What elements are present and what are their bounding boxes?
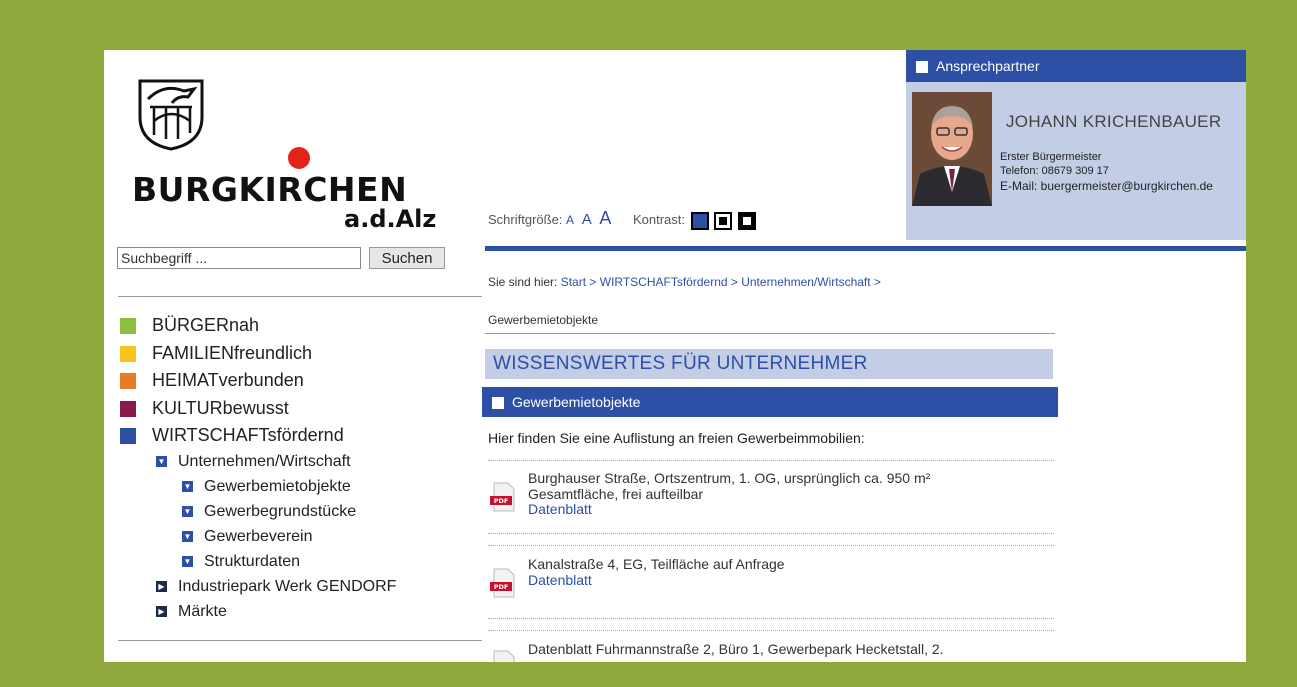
color-square-icon	[120, 428, 136, 444]
list-item-title[interactable]: Datenblatt Fuhrmannstraße 2, Büro 1, Gew…	[528, 641, 944, 657]
contact-email[interactable]: E-Mail: buergermeister@burgkirchen.de	[1000, 179, 1213, 193]
color-square-icon	[120, 345, 136, 362]
nav-sub-label: Unternehmen/Wirtschaft	[178, 452, 351, 470]
font-size-small-button[interactable]: A	[566, 213, 574, 227]
content-box-title: Gewerbemietobjekte	[512, 394, 641, 410]
contact-header-label: Ansprechpartner	[936, 58, 1040, 74]
color-square-icon	[120, 318, 136, 334]
divider	[118, 296, 482, 297]
breadcrumb-label: Sie sind hier:	[488, 275, 558, 289]
dotted-divider	[488, 618, 1054, 619]
nav-sub-unternehmen-wirtschaft[interactable]: ▼ Unternehmen/Wirtschaft	[118, 452, 458, 477]
pdf-icon[interactable]	[490, 650, 516, 662]
chevron-down-icon: ▼	[182, 555, 193, 567]
svg-text:PDF: PDF	[494, 497, 509, 505]
breadcrumb-trail[interactable]: Start > WIRTSCHAFTsfördernd > Unternehme…	[561, 275, 881, 289]
datenblatt-link[interactable]: Datenblatt	[528, 572, 592, 588]
section-title: WISSENSWERTES FÜR UNTERNEHMER	[485, 349, 1053, 379]
divider	[118, 640, 482, 641]
contrast-label: Kontrast:	[632, 212, 685, 227]
chevron-down-icon: ▼	[182, 480, 193, 492]
nav-item-label: KULTURbewusst	[152, 397, 289, 418]
nav-sub-gewerbegrundstuecke[interactable]: ▼ Gewerbegrundstücke	[118, 502, 458, 527]
chevron-down-icon: ▼	[182, 505, 193, 517]
nav-item-label: HEIMATverbunden	[152, 370, 304, 390]
logo-subname: a.d.Alz	[344, 205, 437, 233]
search-button[interactable]: Suchen	[369, 247, 445, 269]
datenblatt-link[interactable]: Datenblatt	[528, 501, 592, 517]
nav-sub-label: Industriepark Werk GENDORF	[178, 577, 397, 595]
font-size-label: Schriftgröße:	[488, 212, 563, 227]
contrast-blue-button[interactable]	[690, 211, 709, 230]
svg-text:PDF: PDF	[494, 583, 509, 591]
font-size-large-button[interactable]: A	[599, 208, 611, 228]
accessibility-tools: Schriftgröße: A A A Kontrast:	[488, 208, 756, 230]
font-size-medium-button[interactable]: A	[582, 211, 592, 228]
contact-box: Ansprechpartner JOHANN KRICHENBAUER Erst…	[906, 50, 1246, 240]
chevron-right-icon: ▶	[156, 580, 167, 592]
divider	[485, 333, 1055, 334]
nav-sub-gewerbeverein[interactable]: ▼ Gewerbeverein	[118, 527, 458, 552]
logo-name: BURGKIRCHEN	[132, 170, 408, 209]
nav-sub-maerkte[interactable]: ▶ Märkte	[118, 602, 458, 627]
nav-item-label: FAMILIENfreundlich	[152, 342, 313, 363]
nav-item-wirtschaftsfoerdernd[interactable]: WIRTSCHAFTsfördernd	[118, 424, 458, 452]
breadcrumb-current: Gewerbemietobjekte	[488, 313, 599, 327]
nav-sub-label: Gewerbeverein	[204, 527, 313, 545]
chevron-down-icon: ▼	[156, 455, 167, 467]
nav-item-familienfreundlich[interactable]: FAMILIENfreundlich	[118, 342, 458, 370]
nav-sub-label: Strukturdaten	[204, 552, 301, 570]
list-item-title: Kanalstraße 4, EG, Teilfläche auf Anfrag…	[528, 556, 785, 572]
site-logo[interactable]: BURGKIRCHEN a.d.Alz	[116, 75, 446, 233]
color-square-icon	[120, 400, 136, 417]
dotted-divider	[488, 533, 1054, 534]
dotted-divider	[488, 545, 1054, 546]
square-bullet-icon	[492, 397, 504, 410]
content-box-header: Gewerbemietobjekte	[482, 387, 1058, 417]
nav-sub-label: Gewerbegrundstücke	[204, 502, 357, 520]
nav-item-label: WIRTSCHAFTsfördernd	[152, 425, 344, 445]
contact-header: Ansprechpartner	[906, 50, 1246, 82]
nav-sub-industriepark[interactable]: ▶ Industriepark Werk GENDORF	[118, 577, 458, 602]
sidebar-nav: BÜRGERnah FAMILIENfreundlich HEIMATverbu…	[118, 314, 458, 627]
search-input[interactable]	[117, 247, 361, 269]
square-bullet-icon	[916, 61, 928, 74]
page: BURGKIRCHEN a.d.Alz Suchen BÜRGERnah FAM…	[104, 50, 1246, 662]
person-photo-icon	[912, 92, 992, 206]
intro-text: Hier finden Sie eine Auflistung an freie…	[488, 430, 865, 446]
contrast-white-button[interactable]	[737, 211, 756, 230]
color-square-icon	[120, 373, 136, 389]
nav-sub-strukturdaten[interactable]: ▼ Strukturdaten	[118, 552, 458, 577]
coat-of-arms-icon	[138, 79, 204, 151]
logo-red-dot	[288, 147, 310, 169]
nav-item-heimatverbunden[interactable]: HEIMATverbunden	[118, 369, 458, 397]
header-divider	[485, 246, 1246, 251]
list-item-title: Burghauser Straße, Ortszentrum, 1. OG, u…	[528, 470, 931, 486]
dotted-divider	[488, 630, 1054, 631]
list-item-title-cont: Gesamtfläche, frei aufteilbar	[528, 486, 704, 502]
breadcrumb: Sie sind hier: Start > WIRTSCHAFTsförder…	[488, 275, 881, 289]
nav-sub-gewerbemietobjekte[interactable]: ▼ Gewerbemietobjekte	[118, 477, 458, 502]
pdf-icon[interactable]: PDF	[490, 482, 516, 512]
contact-photo	[912, 92, 992, 206]
contrast-black-button[interactable]	[714, 211, 733, 230]
contact-role: Erster Bürgermeister	[1000, 151, 1102, 163]
contact-name: JOHANN KRICHENBAUER	[1006, 112, 1222, 131]
chevron-right-icon: ▶	[156, 605, 167, 617]
nav-sub-label: Gewerbemietobjekte	[204, 477, 351, 495]
chevron-down-icon: ▼	[182, 530, 193, 542]
nav-item-buergernah[interactable]: BÜRGERnah	[118, 314, 458, 342]
dotted-divider	[488, 460, 1054, 461]
nav-item-label: BÜRGERnah	[152, 315, 260, 335]
contact-phone: Telefon: 08679 309 17	[1000, 165, 1109, 177]
nav-item-kulturbewusst[interactable]: KULTURbewusst	[118, 397, 458, 425]
nav-sub-label: Märkte	[178, 602, 227, 620]
pdf-icon[interactable]: PDF	[490, 568, 516, 598]
